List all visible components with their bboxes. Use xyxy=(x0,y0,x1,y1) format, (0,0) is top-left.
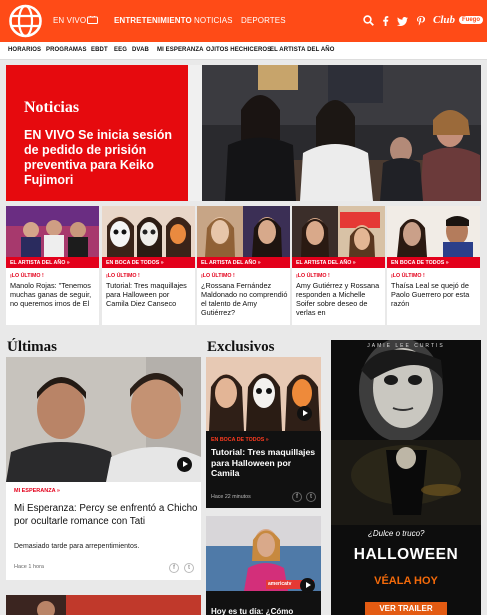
subnav-mi-esperanza[interactable]: MI ESPERANZA xyxy=(157,47,204,53)
article-card[interactable]: EN BOCA DE TODOS » ¡LO ÚLTIMO ! Tutorial… xyxy=(102,206,195,325)
americatv-watermark: americatv xyxy=(268,581,292,587)
article-tag[interactable]: EL ARTISTA DEL AÑO » xyxy=(6,257,99,268)
ad-tagline: ¿Dulce o truco? xyxy=(368,529,425,538)
hero-banner[interactable]: Noticias EN VIVO Se inicia sesión de ped… xyxy=(6,65,481,201)
club-label[interactable]: Club xyxy=(433,14,455,26)
play-video-icon[interactable] xyxy=(297,406,312,421)
twitter-share-icon[interactable]: t xyxy=(306,492,316,502)
exclusive-article-title[interactable]: Tutorial: Tres maquillajes para Hallowee… xyxy=(211,447,319,479)
hero-section-label: Noticias xyxy=(24,99,80,116)
article-kicker[interactable]: MI ESPERANZA » xyxy=(14,488,60,494)
hero-text-panel: Noticias EN VIVO Se inicia sesión de ped… xyxy=(6,65,188,201)
exclusive-article-tag[interactable]: EN BOCA DE TODOS » xyxy=(211,437,269,443)
exclusive-article-card[interactable]: EN BOCA DE TODOS » Tutorial: Tres maquil… xyxy=(206,357,321,508)
next-article-thumbnail[interactable] xyxy=(6,595,201,615)
subnav-horarios[interactable]: HORARIOS xyxy=(8,47,41,53)
next-article-photo xyxy=(6,595,201,615)
twitter-icon[interactable] xyxy=(397,17,408,26)
halloween-movie-ad[interactable]: JAMIE LEE CURTIS ¿Dulce o truco? HALLOWE… xyxy=(331,340,481,615)
exclusive-article-card[interactable]: americatv Hoy es tu día: ¿Cómo xyxy=(206,516,321,615)
featured-article-photo[interactable] xyxy=(6,357,201,482)
article-thumbnail[interactable] xyxy=(387,206,480,257)
ad-subtitle: VÉALA HOY xyxy=(374,575,438,587)
nav-en-vivo[interactable]: EN VIVO xyxy=(53,16,86,25)
article-card[interactable]: EN BOCA DE TODOS » ¡LO ÚLTIMO ! Thaísa L… xyxy=(387,206,480,325)
pinterest-icon[interactable] xyxy=(417,16,425,26)
facebook-icon[interactable] xyxy=(382,16,389,26)
subnav-ebdt[interactable]: EBDT xyxy=(91,47,108,53)
subnav-programas[interactable]: PROGRAMAS xyxy=(46,47,87,53)
article-thumbnail[interactable] xyxy=(292,206,385,257)
subnav-eeg[interactable]: EEG xyxy=(114,47,127,53)
america-globe-logo[interactable] xyxy=(7,3,44,39)
club-badge[interactable]: Fuego xyxy=(459,16,483,24)
subnav-el-artista-del-ano[interactable]: EL ARTISTA DEL AÑO xyxy=(270,47,334,53)
article-tag[interactable]: EN BOCA DE TODOS » xyxy=(102,257,195,268)
subnav-dvab[interactable]: DVAB xyxy=(132,47,149,53)
article-title[interactable]: Thaísa Leal se quejó de Paolo Guerrero p… xyxy=(391,281,478,308)
featured-article-title[interactable]: Mi Esperanza: Percy se enfrentó a Chicho… xyxy=(14,502,198,528)
facebook-share-icon[interactable]: f xyxy=(169,563,179,573)
subnav-ojitos-hechiceros[interactable]: OJITOS HECHICEROS xyxy=(206,47,271,53)
ad-artwork xyxy=(331,340,481,615)
featured-article-description: Demasiado tarde para arrepentimientos. xyxy=(14,543,140,550)
nav-deportes[interactable]: DEPORTES xyxy=(241,16,286,25)
article-title[interactable]: Amy Gutiérrez y Rossana responden a Mich… xyxy=(296,281,383,317)
exclusive-article-title[interactable]: Hoy es tu día: ¿Cómo xyxy=(211,607,293,615)
nav-entretenimiento[interactable]: ENTRETENIMIENTO xyxy=(114,16,192,25)
sub-nav: HORARIOS PROGRAMAS EBDT EEG DVAB MI ESPE… xyxy=(0,42,487,60)
search-icon[interactable] xyxy=(363,15,374,26)
article-tag[interactable]: EN BOCA DE TODOS » xyxy=(387,257,480,268)
article-thumbnail[interactable] xyxy=(6,206,99,257)
article-kicker: ¡LO ÚLTIMO ! xyxy=(201,273,235,279)
article-title[interactable]: Tutorial: Tres maquillajes para Hallowee… xyxy=(106,281,193,308)
article-title[interactable]: ¿Rossana Fernández Maldonado no comprend… xyxy=(201,281,288,317)
featured-article-card[interactable]: MI ESPERANZA » Mi Esperanza: Percy se en… xyxy=(6,357,201,580)
hero-photo[interactable] xyxy=(188,65,481,201)
article-title[interactable]: Manolo Rojas: "Tenemos muchas ganas de s… xyxy=(10,281,97,308)
article-card[interactable]: EL ARTISTA DEL AÑO » ¡LO ÚLTIMO ! Amy Gu… xyxy=(292,206,385,325)
play-video-icon[interactable] xyxy=(300,578,315,593)
top-nav-bar: EN VIVO ENTRETENIMIENTO NOTICIAS DEPORTE… xyxy=(0,0,487,42)
article-thumbnail[interactable] xyxy=(102,206,195,257)
article-tag[interactable]: EL ARTISTA DEL AÑO » xyxy=(292,257,385,268)
article-kicker: ¡LO ÚLTIMO ! xyxy=(106,273,140,279)
article-kicker: ¡LO ÚLTIMO ! xyxy=(10,273,44,279)
exclusive-article-time: Hace 22 minutos xyxy=(211,494,251,500)
hero-title[interactable]: EN VIVO Se inicia sesión de pedido de pr… xyxy=(24,128,184,188)
article-thumbnail[interactable] xyxy=(197,206,290,257)
ad-title: HALLOWEEN xyxy=(353,546,459,563)
article-tag[interactable]: EL ARTISTA DEL AÑO » xyxy=(197,257,290,268)
article-kicker: ¡LO ÚLTIMO ! xyxy=(391,273,425,279)
article-kicker: ¡LO ÚLTIMO ! xyxy=(296,273,330,279)
featured-article-time: Hace 1 hora xyxy=(14,564,44,570)
ad-actor-credit: JAMIE LEE CURTIS xyxy=(367,343,445,349)
facebook-share-icon[interactable]: f xyxy=(292,492,302,502)
tv-icon xyxy=(87,16,98,24)
nav-noticias[interactable]: NOTICIAS xyxy=(194,16,233,25)
article-card[interactable]: EL ARTISTA DEL AÑO » ¡LO ÚLTIMO ! ¿Rossa… xyxy=(197,206,290,325)
ver-trailer-button[interactable]: VER TRAILER xyxy=(365,602,447,615)
section-heading-ultimas: Últimas xyxy=(7,339,57,355)
section-heading-exclusivos: Exclusivos xyxy=(207,339,275,355)
article-card[interactable]: EL ARTISTA DEL AÑO » ¡LO ÚLTIMO ! Manolo… xyxy=(6,206,99,325)
play-video-icon[interactable] xyxy=(177,457,192,472)
twitter-share-icon[interactable]: t xyxy=(184,563,194,573)
